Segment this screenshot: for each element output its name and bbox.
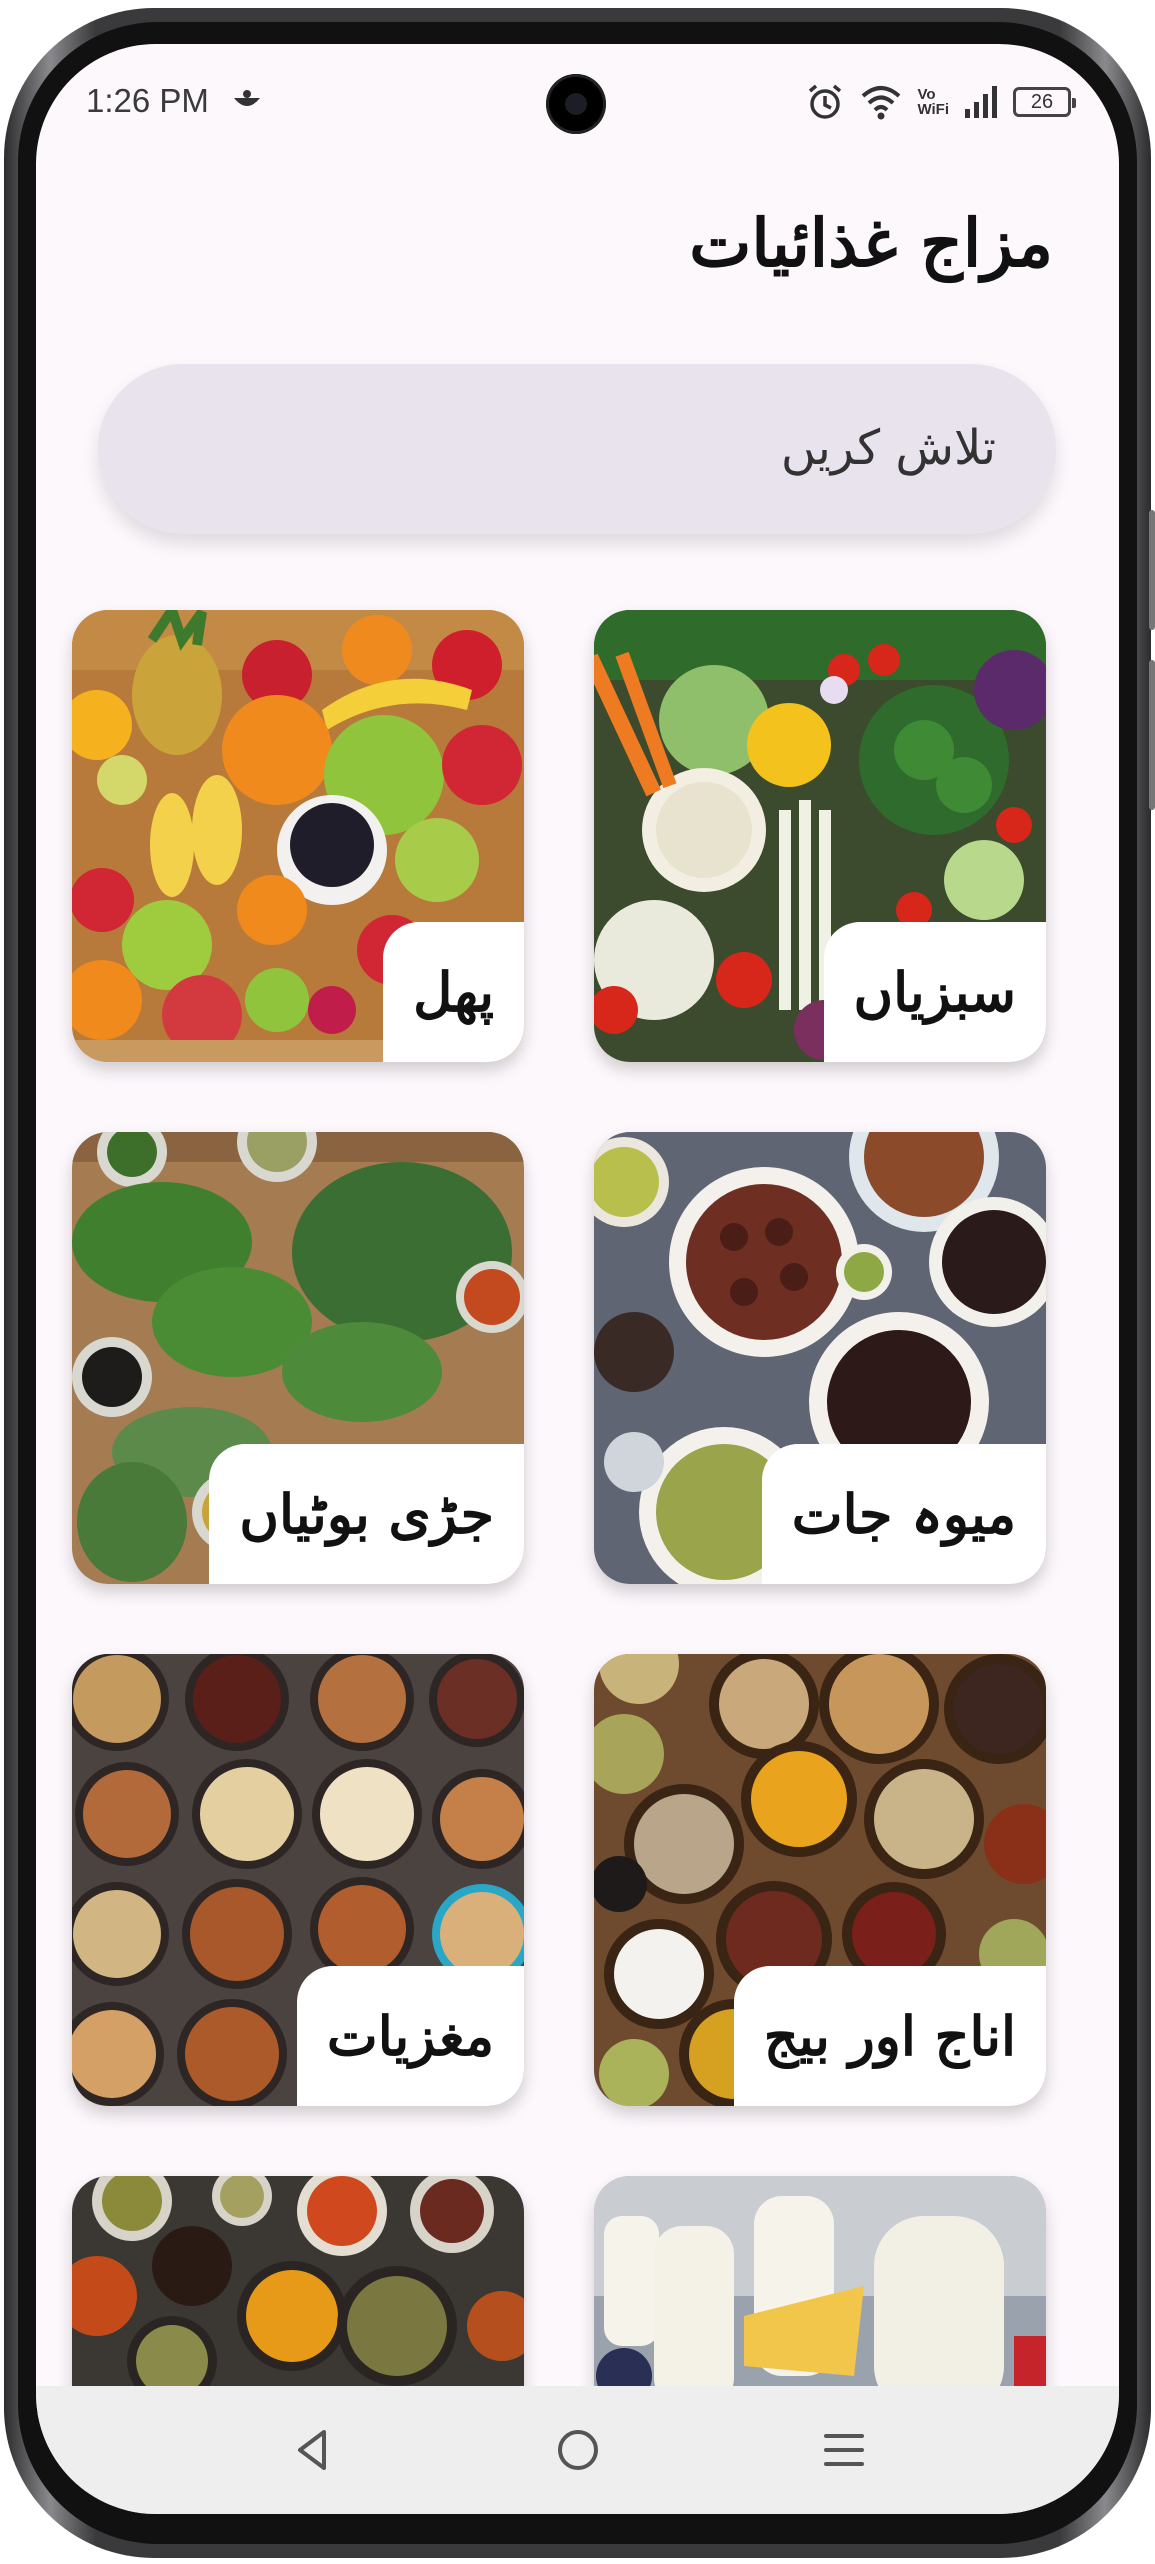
- vowifi-top-text: Vo: [917, 86, 936, 103]
- back-icon[interactable]: [286, 2424, 338, 2476]
- category-card-grains-and-seeds[interactable]: اناج اور بیج: [594, 1654, 1046, 2106]
- category-card-fruits[interactable]: پھل: [72, 610, 524, 1062]
- signal-icon: [965, 86, 997, 118]
- category-label: سبزیاں: [823, 922, 1046, 1062]
- vowifi-bottom-text: WiFi: [917, 101, 949, 118]
- status-bar: 1:26 PM Vo WiFi 26: [36, 44, 1119, 169]
- category-label: میوہ جات: [761, 1444, 1046, 1584]
- navigation-bar: [36, 2386, 1119, 2514]
- category-card-vegetables[interactable]: سبزیاں: [594, 610, 1046, 1062]
- alarm-icon: [809, 84, 842, 119]
- battery-icon: 26: [1013, 87, 1076, 117]
- vowifi-icon: Vo WiFi: [917, 87, 949, 117]
- wifi-icon: [862, 86, 901, 120]
- phone-frame: 1:26 PM Vo WiFi 26 مزاج غذائیات تلاش کری…: [0, 0, 1155, 2564]
- home-icon[interactable]: [552, 2424, 604, 2476]
- front-camera: [546, 74, 606, 134]
- volume-button: [1149, 510, 1155, 630]
- category-label: مغزیات: [296, 1966, 524, 2106]
- status-icons: Vo WiFi 26: [805, 80, 1076, 124]
- category-label: جڑی بوٹیاں: [209, 1444, 524, 1584]
- category-label: پھل: [383, 922, 524, 1062]
- app-title: مزاج غذائیات: [689, 204, 1053, 282]
- category-card-herbs[interactable]: جڑی بوٹیاں: [72, 1132, 524, 1584]
- status-time: 1:26 PM: [86, 82, 209, 119]
- screen: 1:26 PM Vo WiFi 26 مزاج غذائیات تلاش کری…: [36, 44, 1119, 2514]
- search-placeholder: تلاش کریں: [780, 420, 996, 476]
- category-label: اناج اور بیج: [733, 1966, 1046, 2106]
- power-button: [1149, 660, 1155, 810]
- app-notification-icon: [234, 90, 260, 106]
- search-bar[interactable]: تلاش کریں: [98, 364, 1056, 534]
- category-card-nuts[interactable]: مغزیات: [72, 1654, 524, 2106]
- category-card-dried-fruits[interactable]: میوہ جات: [594, 1132, 1046, 1584]
- menu-icon[interactable]: [818, 2424, 870, 2476]
